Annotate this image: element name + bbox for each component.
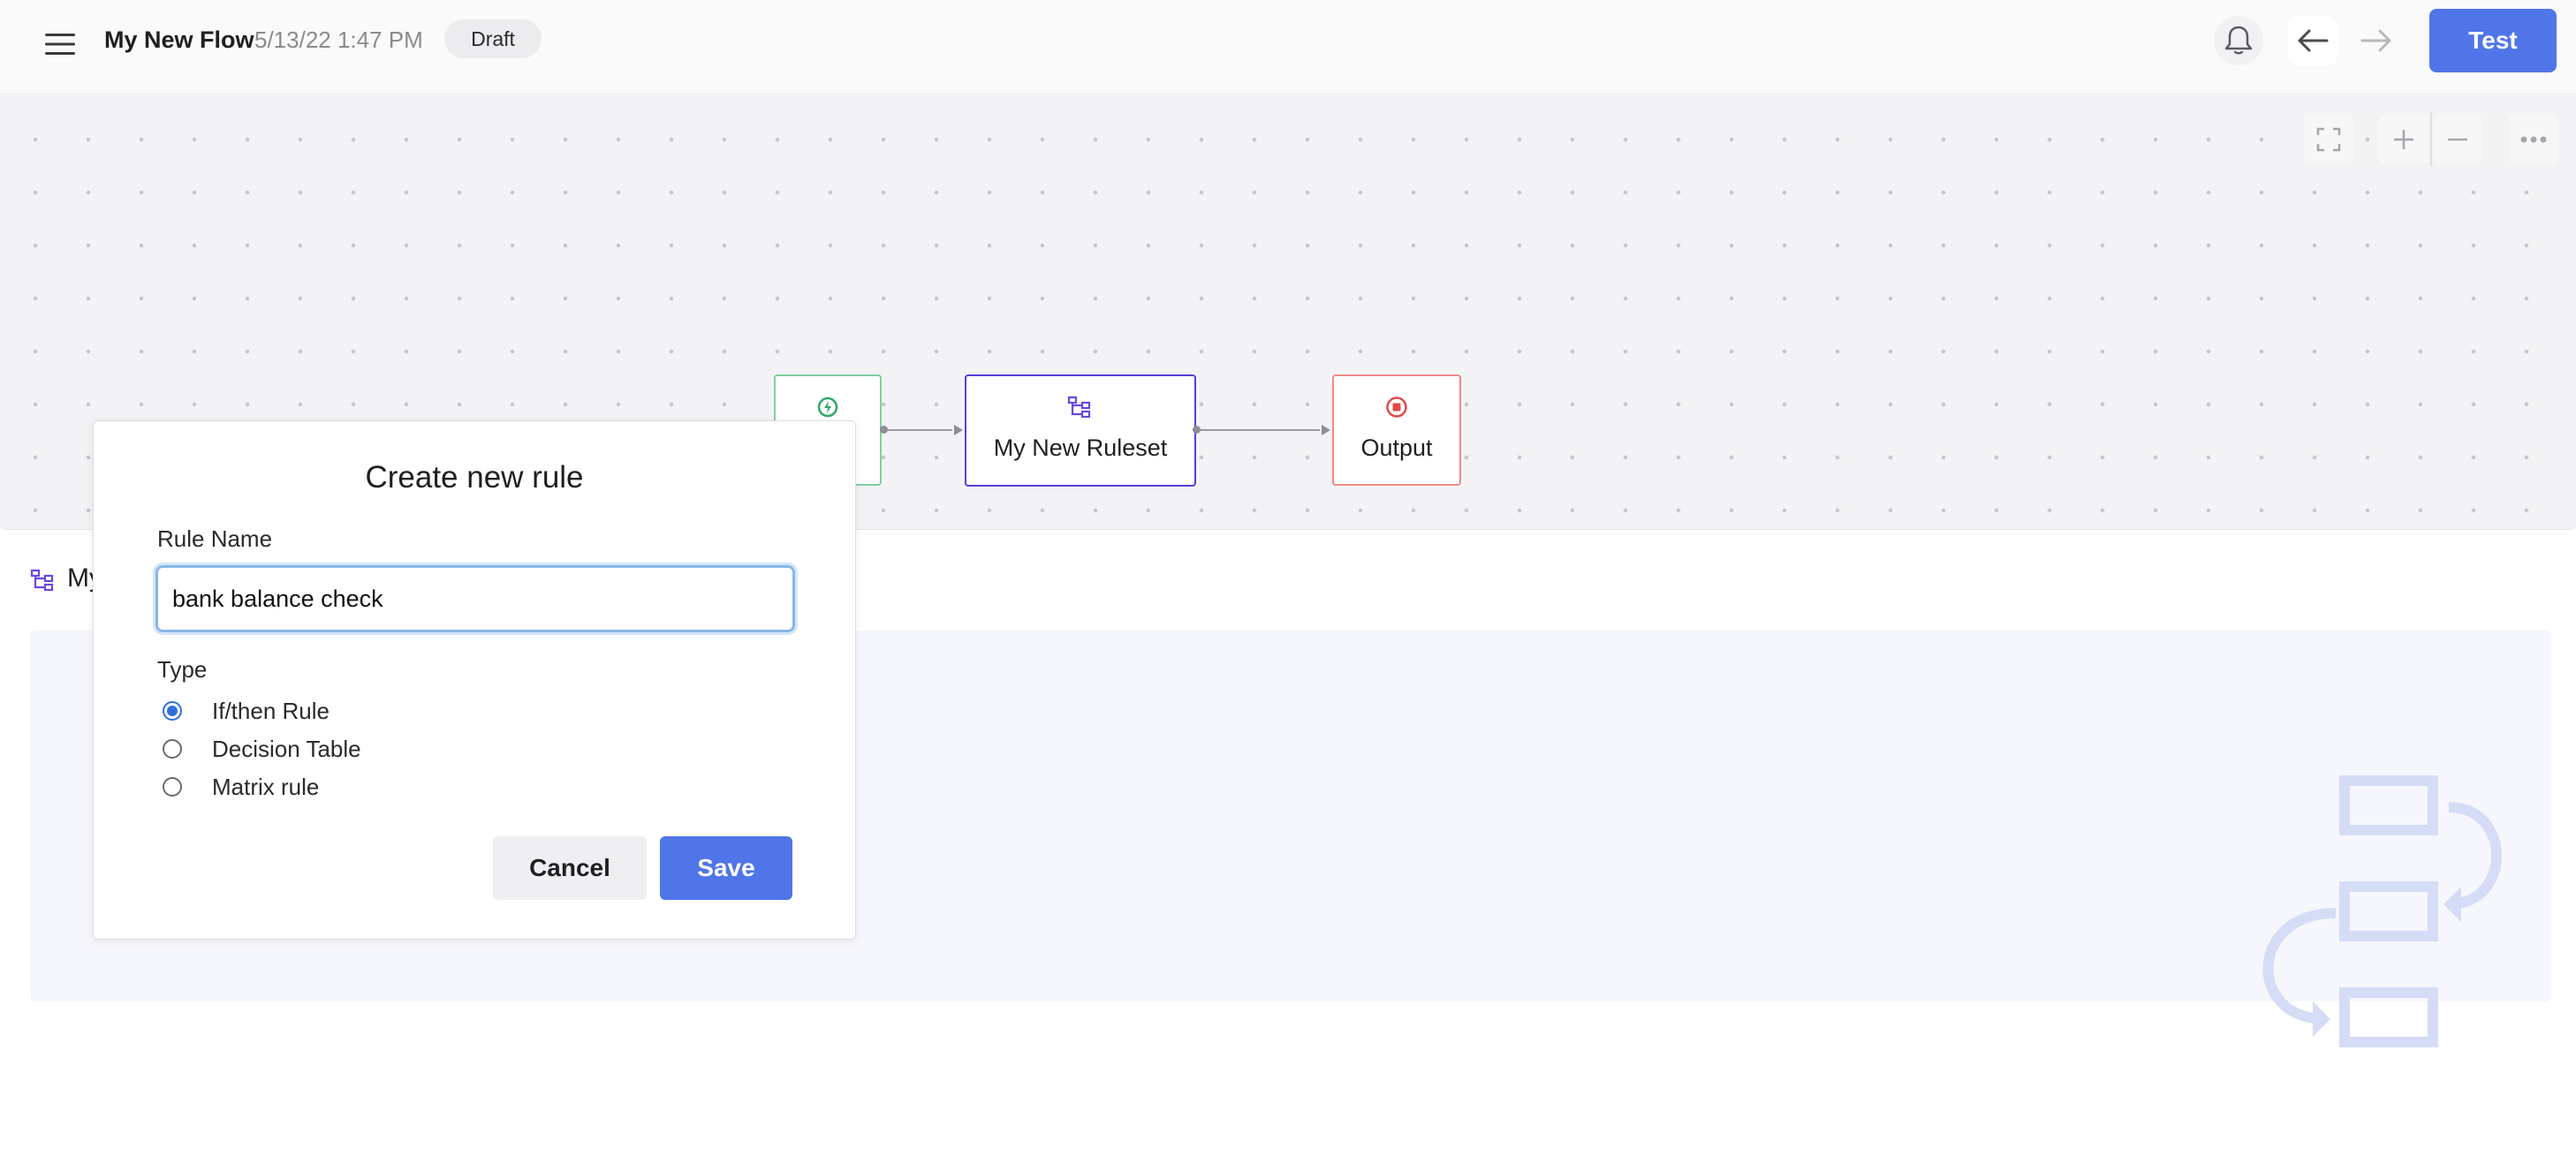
node-label: Output <box>1360 434 1433 461</box>
menu-icon <box>45 34 75 55</box>
edge-arrow <box>954 425 963 435</box>
menu-button[interactable] <box>39 23 81 65</box>
radio-label: Decision Table <box>212 735 361 762</box>
notifications-button[interactable] <box>2214 16 2263 65</box>
zoom-out-icon <box>2448 138 2467 141</box>
edge-arrow <box>1322 425 1330 435</box>
stop-icon <box>1386 397 1407 418</box>
rule-name-label: Rule Name <box>157 525 273 552</box>
flow-date: 5/13/22 1:47 PM <box>254 26 423 53</box>
save-button[interactable]: Save <box>660 836 792 900</box>
fullscreen-button[interactable] <box>2304 115 2353 164</box>
test-button[interactable]: Test <box>2429 9 2557 72</box>
bell-icon <box>2224 26 2253 55</box>
type-label: Type <box>157 656 208 683</box>
tool-divider <box>2430 111 2432 166</box>
arrow-left-icon <box>2298 29 2329 52</box>
arrow-right-icon <box>2360 29 2391 52</box>
undo-button[interactable] <box>2288 16 2337 65</box>
zoom-in-button[interactable] <box>2379 115 2428 164</box>
redo-button[interactable] <box>2352 16 2401 65</box>
ruleset-icon <box>30 569 54 592</box>
radio-button[interactable] <box>163 701 182 721</box>
radio-button[interactable] <box>163 739 182 759</box>
ruleset-icon <box>1067 396 1091 419</box>
zoom-in-icon <box>2394 130 2413 149</box>
edge-handle[interactable] <box>880 426 888 434</box>
fullscreen-icon <box>2316 127 2341 152</box>
cancel-button[interactable]: Cancel <box>493 836 647 900</box>
radio-button[interactable] <box>163 777 182 797</box>
ruleset-node[interactable]: My New Ruleset <box>965 374 1196 487</box>
edge-ruleset-output <box>1196 429 1320 431</box>
type-option-matrix[interactable]: Matrix rule <box>163 772 319 802</box>
create-rule-dialog: Create new rule Rule Name Type If/then R… <box>93 420 856 940</box>
radio-label: If/then Rule <box>212 697 330 724</box>
edge-input-ruleset <box>883 429 952 431</box>
rules-illustration-icon <box>2262 775 2502 1047</box>
top-bar: My New Flow 5/13/22 1:47 PM Draft Test <box>0 0 2576 91</box>
rule-name-input[interactable] <box>153 563 798 635</box>
type-option-if-then[interactable]: If/then Rule <box>163 696 330 726</box>
zoom-out-button[interactable] <box>2433 115 2482 164</box>
node-label: My New Ruleset <box>993 434 1168 461</box>
edge-handle[interactable] <box>1193 426 1201 434</box>
radio-label: Matrix rule <box>212 773 320 800</box>
lightning-icon <box>817 397 838 418</box>
more-options-button[interactable] <box>2509 115 2558 164</box>
status-badge: Draft <box>444 19 542 58</box>
type-option-decision-table[interactable]: Decision Table <box>163 734 361 764</box>
dialog-title: Create new rule <box>365 460 584 495</box>
output-node[interactable]: Output <box>1332 374 1461 486</box>
more-icon <box>2520 136 2547 143</box>
flow-title[interactable]: My New Flow <box>104 25 254 55</box>
